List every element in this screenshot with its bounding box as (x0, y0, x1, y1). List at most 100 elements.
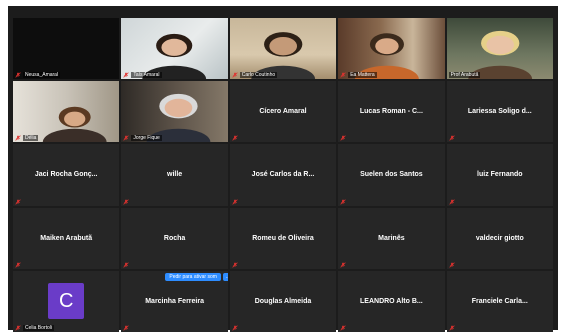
participant-video (13, 81, 120, 143)
participant-name-center: valdecir giotto (475, 234, 524, 242)
participant-tile[interactable]: Franciele Carla... (446, 270, 553, 332)
participant-tile[interactable]: Lariessa Soligo d... (446, 81, 553, 143)
participant-video (446, 18, 553, 80)
participant-tile[interactable]: Marinês (338, 207, 445, 269)
participant-name-center: luiz Fernando (477, 171, 523, 179)
participant-footer (340, 262, 346, 268)
participant-tile[interactable]: Marcinha Ferreira Pedir para ativar som..… (121, 270, 228, 332)
participant-footer (448, 262, 455, 268)
participant-name-center: Suelen dos Santos (360, 171, 423, 179)
participant-tile[interactable]: Prof Arabutã (446, 18, 553, 80)
muted-mic-icon (15, 135, 21, 142)
participant-footer (340, 198, 346, 205)
participant-name-center: Lucas Roman - C... (359, 108, 423, 116)
muted-mic-icon (123, 325, 130, 331)
muted-mic-icon (448, 198, 455, 205)
participant-name-center: Lariessa Soligo d... (467, 108, 532, 116)
participant-name-label: Ea Mattera (348, 72, 377, 79)
participant-footer (123, 262, 130, 268)
participant-tile[interactable]: Suelen dos Santos (338, 144, 445, 206)
muted-mic-icon (232, 72, 238, 78)
participant-name-label: Neusa_Amaral (23, 72, 61, 79)
participant-tile[interactable]: luiz Fernando (446, 144, 553, 206)
participant-footer (15, 198, 21, 205)
participant-footer (448, 325, 455, 331)
participant-name-label: Délia (23, 135, 39, 142)
participant-tile[interactable]: Cícero Amaral (229, 81, 337, 143)
participant-video (121, 18, 228, 80)
participant-footer: Jorge Fique (123, 135, 162, 142)
muted-mic-icon (232, 135, 238, 142)
participant-footer (232, 262, 238, 268)
participant-tile[interactable]: Carlo Coutinho (229, 18, 337, 80)
muted-mic-icon (340, 135, 346, 142)
unmute-request-pill: Pedir para ativar som... (165, 272, 228, 281)
muted-mic-icon (340, 198, 346, 205)
participant-name-center: Maiken Arabutã (40, 234, 93, 242)
participant-tile[interactable]: Jorge Fique (121, 81, 228, 143)
participant-footer (15, 262, 21, 268)
participant-name-label: Celia Bortoli (23, 325, 54, 331)
participant-footer: Prof Arabutã (448, 72, 481, 79)
participant-tile[interactable]: Rocha (121, 207, 228, 269)
muted-mic-icon (232, 262, 238, 268)
participant-video (121, 81, 228, 143)
participant-video (338, 18, 445, 80)
participant-footer (123, 325, 130, 331)
participant-name-label: Carlo Coutinho (239, 72, 278, 79)
participant-tile[interactable]: LEANDRO Alto B... (338, 270, 445, 332)
participant-name-center: Jaci Rocha Gonç... (34, 171, 98, 179)
zoom-gallery-window: Neusa_Amaral Taís Amaral Carlo Coutinho Ea … (8, 6, 558, 332)
participant-tile[interactable]: wille (121, 144, 228, 206)
participant-name-center: wille (167, 171, 183, 179)
participant-name-center: Douglas Almeida (254, 297, 312, 305)
participant-name-label: Jorge Fique (131, 135, 162, 142)
participant-footer (232, 198, 238, 205)
participant-name-center: Franciele Carla... (471, 297, 528, 305)
participant-tile[interactable]: Douglas Almeida (229, 270, 337, 332)
participant-name-center: Rocha (163, 234, 186, 242)
muted-mic-icon (340, 72, 346, 78)
participant-tile[interactable]: Jaci Rocha Gonç... (13, 144, 120, 206)
participant-tile[interactable]: Neusa_Amaral (13, 18, 120, 80)
avatar: C (48, 283, 85, 320)
participant-tile[interactable]: Maiken Arabutã (13, 207, 120, 269)
participant-tile[interactable]: Lucas Roman - C... (338, 81, 445, 143)
participant-name-label: Taís Amaral (131, 72, 162, 79)
muted-mic-icon (448, 262, 455, 268)
participant-footer (448, 198, 455, 205)
participant-tile[interactable]: C Celia Bortoli (13, 270, 120, 332)
participant-footer: Celia Bortoli (15, 325, 54, 331)
muted-mic-icon (123, 72, 130, 78)
participant-name-center: LEANDRO Alto B... (360, 297, 423, 305)
participant-video (229, 18, 337, 80)
muted-mic-icon (340, 262, 346, 268)
participant-tile[interactable]: Romeu de Oliveira (229, 207, 337, 269)
participant-tile[interactable]: Taís Amaral (121, 18, 228, 80)
participant-footer (232, 135, 238, 142)
participant-footer: Taís Amaral (123, 72, 162, 79)
muted-mic-icon (232, 325, 238, 331)
participant-video (13, 18, 120, 80)
muted-mic-icon (232, 198, 238, 205)
muted-mic-icon (448, 135, 455, 142)
ask-to-unmute-button[interactable]: Pedir para ativar som (165, 272, 221, 281)
participant-tile[interactable]: Ea Mattera (338, 18, 445, 80)
muted-mic-icon (448, 325, 455, 331)
participant-tile[interactable]: Délia (13, 81, 120, 143)
participant-footer: Carlo Coutinho (232, 72, 278, 79)
participant-footer (340, 135, 346, 142)
participant-footer: Neusa_Amaral (15, 72, 61, 79)
participant-footer (340, 325, 346, 331)
participant-name-center: Romeu de Oliveira (252, 234, 314, 242)
more-options-button[interactable]: ... (222, 272, 228, 281)
gallery-grid: Neusa_Amaral Taís Amaral Carlo Coutinho Ea … (13, 18, 553, 332)
participant-tile[interactable]: José Carlos da R... (229, 144, 337, 206)
participant-tile[interactable]: valdecir giotto (446, 207, 553, 269)
muted-mic-icon (15, 262, 21, 268)
muted-mic-icon (15, 325, 21, 331)
participant-name-center: Marinês (378, 234, 405, 242)
muted-mic-icon (123, 135, 130, 142)
muted-mic-icon (123, 198, 130, 205)
participant-name-label: Prof Arabutã (448, 72, 481, 79)
